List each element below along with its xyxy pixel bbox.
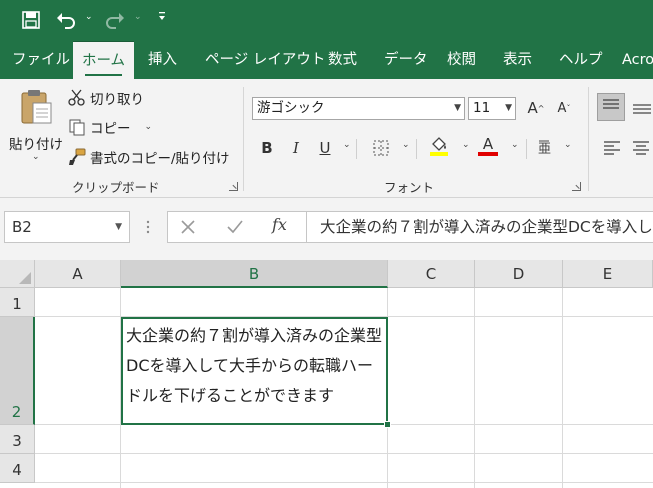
name-box-value: B2 [12,218,32,236]
cancel-icon[interactable] [180,219,196,239]
font-name-dropdown-icon: ▼ [454,103,461,113]
font-size-select[interactable]: 11 ▼ [468,97,516,120]
title-bar: ⌄ ⌄ [0,0,653,41]
font-color-dropdown-icon[interactable]: ⌄ [511,140,519,150]
clipboard-group-label: クリップボード [72,180,160,195]
phonetic-guide-icon[interactable]: 亜 [534,137,556,159]
column-header-e[interactable]: E [563,260,653,288]
paste-label: 貼り付け [9,137,63,153]
clipboard-icon [19,89,53,129]
format-painter-button[interactable]: 書式のコピー/貼り付け [68,147,230,167]
cell-b2[interactable]: 大企業の約７割が導入済みの企業型DCを導入して大手からの転職ハードルを下げること… [121,317,388,425]
bold-button[interactable]: B [256,137,278,159]
font-launcher-icon[interactable] [572,182,581,191]
cut-label: 切り取り [90,92,144,108]
paste-button[interactable]: 貼り付け ⌄ [8,87,64,165]
clipboard-launcher-icon[interactable] [229,182,238,191]
font-group-label: フォント [384,180,435,195]
align-center-icon[interactable] [631,139,651,161]
formula-bar-grip-icon[interactable] [146,218,150,236]
tab-acrobat[interactable]: Acro [622,41,653,79]
save-icon[interactable] [20,9,42,31]
copy-dropdown-icon[interactable]: ⌄ [145,122,153,132]
row-header-2[interactable]: 2 [0,317,35,425]
name-box-dropdown-icon[interactable]: ▼ [115,212,122,242]
group-divider [243,87,244,191]
tab-review[interactable]: 校閲 [447,41,476,79]
insert-function-icon[interactable]: fx [272,215,287,234]
gridline [35,453,653,454]
divider [526,139,527,159]
column-header-d[interactable]: D [475,260,563,288]
cut-button[interactable]: 切り取り [68,88,144,108]
ribbon-home: 貼り付け ⌄ 切り取り コピー ⌄ 書式のコピー/貼り付け クリップボード 游ゴ… [0,79,653,198]
column-header-a[interactable]: A [35,260,121,288]
row-header-1[interactable]: 1 [0,288,35,317]
formula-bar: B2 ▼ fx 大企業の約７割が導入済みの企業型DCを導入して大手からの転職ハー… [0,198,653,260]
underline-dropdown-icon[interactable]: ⌄ [343,140,351,150]
undo-dropdown-icon[interactable]: ⌄ [85,12,93,22]
italic-button[interactable]: I [285,137,307,159]
align-middle-icon[interactable] [631,97,653,123]
copy-icon [68,118,86,136]
column-header-c[interactable]: C [388,260,475,288]
column-header-b[interactable]: B [121,260,388,288]
format-painter-icon [68,148,86,166]
worksheet-grid[interactable]: A B C D E 1 2 3 4 大企業の約７割が導入済みの企業型DCを導入し… [0,260,653,488]
gridline [35,482,653,483]
gridline [474,288,475,488]
customize-qat-icon[interactable] [158,11,166,24]
font-size-value: 11 [473,100,491,116]
decrease-font-size-icon[interactable]: Aˇ [553,97,575,119]
enter-icon[interactable] [226,219,244,239]
paste-dropdown-icon[interactable]: ⌄ [32,152,40,162]
phonetic-dropdown-icon[interactable]: ⌄ [564,140,572,150]
font-color-button[interactable]: A [477,135,499,157]
font-name-value: 游ゴシック [257,100,325,116]
increase-font-size-icon[interactable]: A ^ [525,97,547,119]
tab-view[interactable]: 表示 [503,41,532,79]
select-all-button[interactable] [0,260,35,288]
cell-b2-text: 大企業の約７割が導入済みの企業型DCを導入して大手からの転職ハードルを下げること… [126,326,383,405]
tab-data[interactable]: データ [384,41,428,79]
formula-input[interactable]: 大企業の約７割が導入済みの企業型DCを導入して大手からの転職ハードルを下げること… [307,211,653,243]
font-name-select[interactable]: 游ゴシック ▼ [252,97,465,120]
align-top-button[interactable] [597,93,625,121]
align-top-icon [603,99,619,109]
divider [416,139,417,159]
fill-handle[interactable] [384,421,391,428]
tab-formulas[interactable]: 数式 [328,41,357,79]
divider [356,139,357,159]
borders-icon[interactable] [370,137,392,159]
gridline [562,288,563,488]
underline-button[interactable]: U [314,137,336,159]
copy-button[interactable]: コピー ⌄ [68,117,152,137]
name-box[interactable]: B2 ▼ [4,211,130,243]
undo-icon[interactable] [55,9,77,31]
font-color-glyph: A [482,135,494,153]
font-color-swatch [478,152,498,156]
row-header-3[interactable]: 3 [0,425,35,454]
formula-buttons: fx [167,211,307,243]
font-size-dropdown-icon: ▼ [505,103,512,113]
tab-page-layout[interactable]: ページ レイアウト [205,41,325,79]
tab-insert[interactable]: 挿入 [148,41,177,79]
tab-home[interactable]: ホーム [73,41,134,79]
borders-dropdown-icon[interactable]: ⌄ [402,140,410,150]
align-left-icon[interactable] [602,139,622,161]
redo-dropdown-icon[interactable]: ⌄ [134,12,142,22]
tab-help[interactable]: ヘルプ [559,41,603,79]
scissors-icon [68,89,86,107]
svg-text:亜: 亜 [538,142,551,157]
copy-label: コピー [90,121,131,137]
row-header-4[interactable]: 4 [0,454,35,483]
group-divider [588,87,589,191]
ribbon-tabs: ファイル ホーム 挿入 ページ レイアウト 数式 データ 校閲 表示 ヘルプ A… [0,41,653,79]
fill-color-icon[interactable] [428,135,450,157]
fill-color-dropdown-icon[interactable]: ⌄ [462,140,470,150]
redo-icon[interactable] [104,9,126,31]
format-painter-label: 書式のコピー/貼り付け [90,151,230,167]
tab-file[interactable]: ファイル [12,41,70,79]
